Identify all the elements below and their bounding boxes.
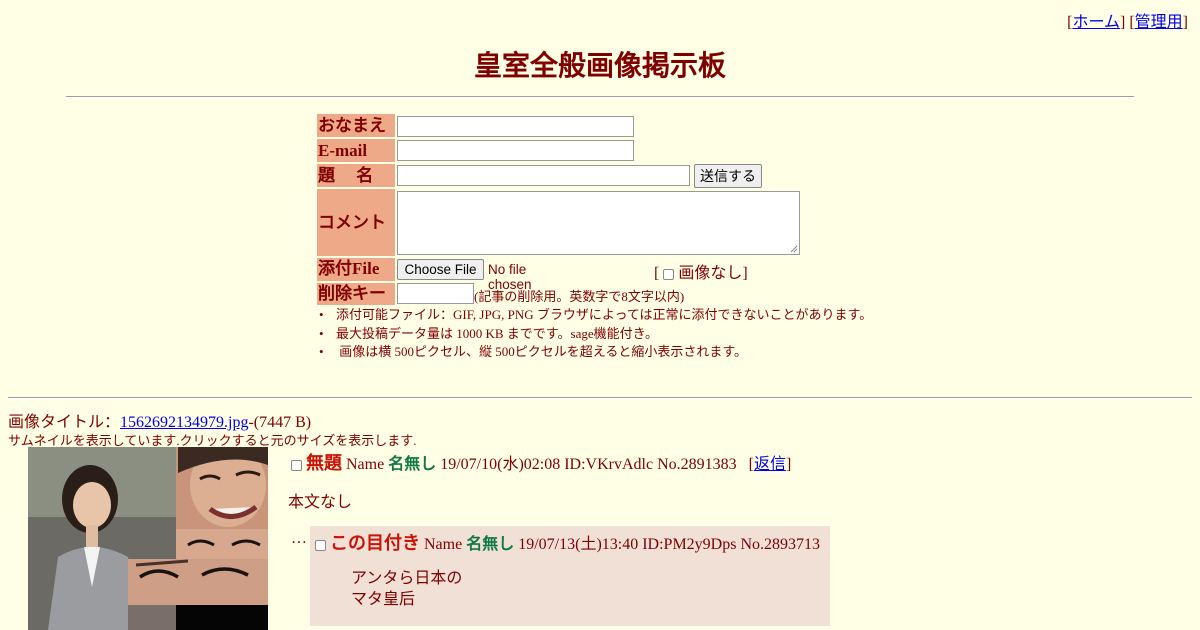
post-meta: 19/07/10(水)02:08 ID:VKrvAdlc No.2891383: [440, 456, 737, 473]
delkey-label: 削除キー: [317, 283, 395, 305]
email-label: E-mail: [317, 139, 395, 162]
reply-meta: 19/07/13(土)13:40 ID:PM2y9Dps No.2893713: [518, 536, 821, 553]
name-input[interactable]: [397, 116, 634, 137]
image-title-label: 画像タイトル：: [8, 414, 121, 431]
name-word: Name: [346, 456, 385, 473]
no-image-label: 画像なし: [678, 265, 743, 282]
divider: [66, 96, 1134, 98]
subject-input[interactable]: [397, 165, 690, 186]
reply-header: この目付き Name 名無し 19/07/13(土)13:40 ID:PM2y9…: [315, 529, 820, 555]
poster-name: 名無し: [388, 456, 437, 473]
reply-subject: この目付き: [330, 533, 420, 553]
divider: [8, 397, 1192, 399]
reply-poster-name: 名無し: [466, 536, 515, 553]
no-image-option: [ 画像なし]: [654, 259, 748, 283]
choose-file-button[interactable]: Choose File: [397, 259, 484, 280]
image-size: -(7447 B): [248, 414, 312, 431]
delkey-note: (記事の削除用。英数字で8文字以内): [474, 289, 685, 304]
reply-link[interactable]: 返信: [754, 456, 786, 473]
post-body: 本文なし: [288, 494, 353, 511]
reply-checkbox[interactable]: [315, 539, 326, 551]
no-image-checkbox[interactable]: [663, 268, 675, 280]
reply-line: マタ皇后: [351, 591, 416, 608]
reply-indent: …: [291, 530, 307, 547]
email-input[interactable]: [397, 140, 634, 161]
top-nav: [ホーム] [管理用]: [1067, 8, 1188, 32]
file-label: 添付File: [317, 258, 395, 281]
admin-link[interactable]: 管理用: [1135, 14, 1183, 31]
posting-notes: 添付可能ファイル：GIF, JPG, PNG ブラウザによっては正常に添付できな…: [317, 306, 872, 362]
note-item: 最大投稿データ量は 1000 KB までです。sage機能付き。: [317, 325, 872, 344]
thumbnail-image[interactable]: [28, 447, 268, 630]
image-file-link[interactable]: 1562692134979.jpg: [120, 414, 248, 431]
note-item: 添付可能ファイル：GIF, JPG, PNG ブラウザによっては正常に添付できな…: [317, 306, 872, 325]
resize-handle-icon[interactable]: [790, 245, 798, 253]
post-header: 無題 Name 名無し 19/07/10(水)02:08 ID:VKrvAdlc…: [291, 449, 791, 475]
comment-textarea[interactable]: [397, 191, 800, 255]
bracket: ]: [785, 456, 792, 473]
thumbnail-collage: [28, 447, 268, 630]
bracket: ]: [742, 265, 748, 282]
page-title: 皇室全般画像掲示板: [473, 51, 726, 82]
bracket: ]: [1120, 14, 1126, 31]
reply-post: この目付き Name 名無し 19/07/13(土)13:40 ID:PM2y9…: [310, 526, 830, 626]
delkey-input[interactable]: [397, 283, 474, 304]
subject-label: 題 名: [317, 164, 395, 187]
reply-line: アンタら日本の: [351, 570, 463, 587]
note-item: 画像は横 500ピクセル、縦 500ピクセルを超えると縮小表示されます。: [317, 343, 872, 362]
home-link[interactable]: ホーム: [1072, 14, 1120, 31]
name-word: Name: [424, 536, 463, 553]
image-title: 画像タイトル：1562692134979.jpg-(7447 B): [8, 408, 311, 432]
post-subject: 無題: [306, 453, 342, 473]
comment-label: コメント: [317, 189, 395, 256]
bracket: ]: [1182, 14, 1188, 31]
name-label: おなまえ: [317, 114, 395, 137]
reply-body: アンタら日本の マタ皇后: [351, 568, 462, 610]
submit-button[interactable]: 送信する: [694, 164, 762, 188]
bracket: [: [654, 265, 660, 282]
post-checkbox[interactable]: [291, 459, 302, 471]
